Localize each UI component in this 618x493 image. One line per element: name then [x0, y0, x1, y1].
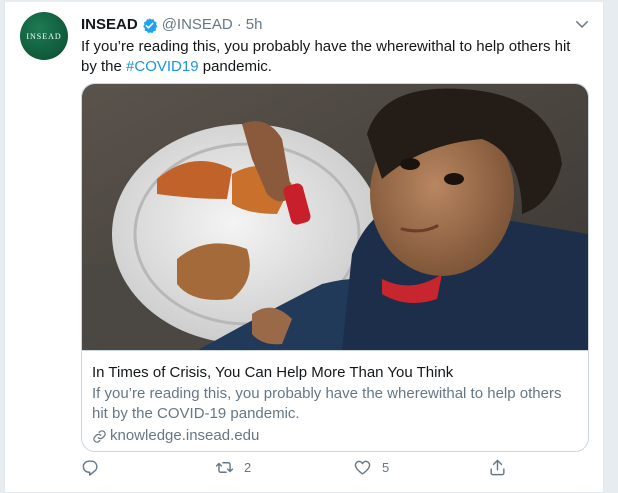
- share-button[interactable]: [488, 458, 507, 477]
- card-description: If you’re reading this, you probably hav…: [92, 385, 562, 422]
- like-button[interactable]: 5: [353, 458, 389, 477]
- tweet-card[interactable]: INSEAD INSEAD @INSEAD · 5h If you’re rea…: [4, 2, 604, 492]
- chevron-down-icon[interactable]: [573, 15, 591, 33]
- link-icon: [93, 429, 106, 443]
- link-preview-card[interactable]: In Times of Crisis, You Can Help More Th…: [81, 83, 589, 452]
- share-icon: [490, 459, 505, 476]
- card-domain[interactable]: knowledge.insead.edu: [92, 426, 259, 446]
- avatar[interactable]: INSEAD: [20, 12, 68, 60]
- tweet-text: If you’re reading this, you probably hav…: [81, 37, 586, 77]
- card-body[interactable]: In Times of Crisis, You Can Help More Th…: [82, 350, 588, 451]
- like-count: 5: [382, 460, 390, 475]
- timestamp[interactable]: 5h: [246, 15, 263, 35]
- avatar-logo-text: INSEAD: [26, 31, 62, 41]
- display-name[interactable]: INSEAD: [81, 15, 138, 35]
- retweet-button[interactable]: 2: [215, 458, 251, 477]
- retweet-count: 2: [244, 460, 252, 475]
- tweet-actions: 2 5: [81, 458, 511, 482]
- reply-button[interactable]: [81, 458, 110, 477]
- tweet-text-end: pandemic.: [198, 58, 272, 75]
- card-title[interactable]: In Times of Crisis, You Can Help More Th…: [92, 363, 453, 383]
- user-handle[interactable]: @INSEAD: [162, 15, 233, 35]
- hashtag-link[interactable]: #COVID19: [126, 58, 199, 75]
- like-icon: [354, 460, 371, 475]
- reply-icon: [82, 460, 98, 476]
- tweet-header: INSEAD @INSEAD · 5h: [81, 15, 262, 35]
- retweet-icon: [215, 462, 234, 473]
- card-image[interactable]: [82, 84, 588, 350]
- verified-icon: [142, 17, 158, 33]
- card-domain-text: knowledge.insead.edu: [110, 427, 260, 444]
- separator-dot: ·: [236, 16, 242, 33]
